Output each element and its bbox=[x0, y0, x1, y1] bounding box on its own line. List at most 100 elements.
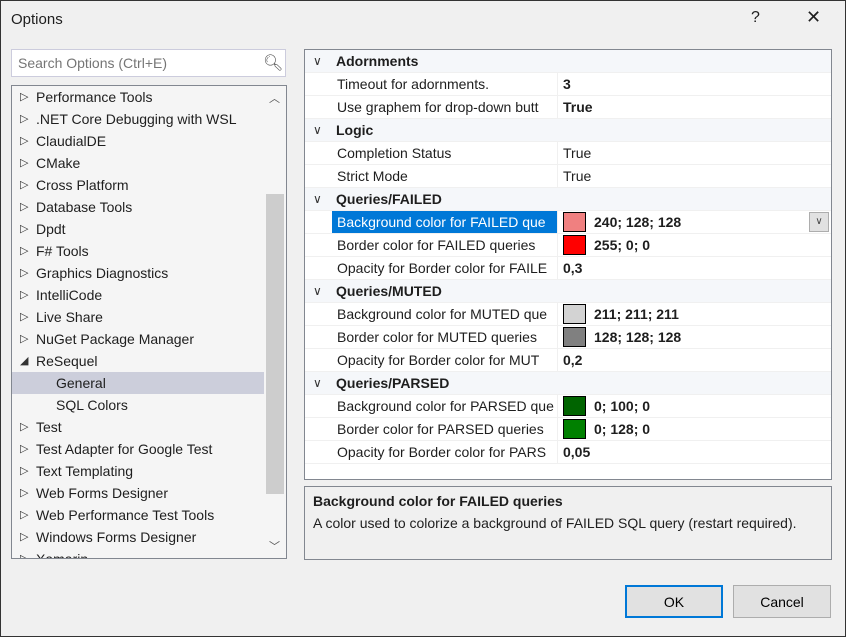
category-row[interactable]: ∨ Queries/MUTED bbox=[305, 280, 831, 303]
tree-item[interactable]: ▷ Database Tools bbox=[12, 196, 264, 218]
tree-item-label: Cross Platform bbox=[36, 177, 129, 193]
expand-arrow-icon[interactable]: ▷ bbox=[20, 196, 28, 218]
expand-arrow-icon[interactable]: ▷ bbox=[20, 86, 28, 108]
expand-arrow-icon[interactable]: ▷ bbox=[20, 284, 28, 306]
dropdown-button[interactable]: ∨ bbox=[809, 212, 829, 232]
tree-item[interactable]: ▷ Graphics Diagnostics bbox=[12, 262, 264, 284]
tree-item[interactable]: ▷ NuGet Package Manager bbox=[12, 328, 264, 350]
tree-item[interactable]: ▷ Windows Forms Designer bbox=[12, 526, 264, 548]
property-value: 0,3 bbox=[563, 260, 583, 276]
category-row[interactable]: ∨ Queries/FAILED bbox=[305, 188, 831, 211]
expand-arrow-icon[interactable]: ▷ bbox=[20, 328, 28, 350]
scroll-down-icon[interactable]: ﹀ bbox=[269, 538, 280, 554]
tree-item[interactable]: ▷ Live Share bbox=[12, 306, 264, 328]
collapse-arrow-icon[interactable]: ◢ bbox=[20, 350, 28, 372]
expand-arrow-icon[interactable]: ▷ bbox=[20, 548, 28, 558]
chevron-down-icon[interactable]: ∨ bbox=[313, 50, 322, 73]
tree-item[interactable]: ▷ Test bbox=[12, 416, 264, 438]
property-row[interactable]: Use graphem for drop-down butt True bbox=[305, 96, 831, 119]
expand-arrow-icon[interactable]: ▷ bbox=[20, 108, 28, 130]
property-value-cell[interactable]: 0,2 bbox=[557, 349, 831, 371]
property-value-cell[interactable]: True bbox=[557, 165, 831, 187]
property-value-cell[interactable]: 240; 128; 128 ∨ bbox=[557, 211, 831, 233]
search-input[interactable] bbox=[11, 49, 286, 77]
tree-item[interactable]: ▷ IntelliCode bbox=[12, 284, 264, 306]
cancel-button[interactable]: Cancel bbox=[733, 585, 831, 618]
property-row[interactable]: Completion Status True bbox=[305, 142, 831, 165]
tree-item[interactable]: ▷ Performance Tools bbox=[12, 86, 264, 108]
category-row[interactable]: ∨ Adornments bbox=[305, 50, 831, 73]
chevron-down-icon[interactable]: ∨ bbox=[313, 188, 322, 211]
expand-arrow-icon[interactable]: ▷ bbox=[20, 416, 28, 438]
expand-arrow-icon[interactable]: ▷ bbox=[20, 152, 28, 174]
property-row[interactable]: Strict Mode True bbox=[305, 165, 831, 188]
property-row[interactable]: Background color for MUTED que 211; 211; … bbox=[305, 303, 831, 326]
property-value-cell[interactable]: 128; 128; 128 bbox=[557, 326, 831, 348]
property-value-cell[interactable]: True bbox=[557, 96, 831, 118]
tree-item[interactable]: General bbox=[12, 372, 264, 394]
tree-item[interactable]: ▷ Text Templating bbox=[12, 460, 264, 482]
property-row[interactable]: Background color for PARSED que 0; 100; 0 bbox=[305, 395, 831, 418]
property-value: 128; 128; 128 bbox=[594, 329, 682, 345]
tree-scrollbar[interactable]: ︿ ﹀ bbox=[264, 86, 286, 558]
property-row[interactable]: Border color for FAILED queries 255; 0; 0 bbox=[305, 234, 831, 257]
property-row[interactable]: Opacity for Border color for MUT 0,2 bbox=[305, 349, 831, 372]
expand-arrow-icon[interactable]: ▷ bbox=[20, 438, 28, 460]
ok-button[interactable]: OK bbox=[625, 585, 723, 618]
tree-item[interactable]: ◢ ReSequel bbox=[12, 350, 264, 372]
property-value-cell[interactable]: True bbox=[557, 142, 831, 164]
tree-item[interactable]: ▷ Test Adapter for Google Test bbox=[12, 438, 264, 460]
expand-arrow-icon[interactable]: ▷ bbox=[20, 460, 28, 482]
property-value-cell[interactable]: 0; 128; 0 bbox=[557, 418, 831, 440]
expand-arrow-icon[interactable]: ▷ bbox=[20, 262, 28, 284]
property-row[interactable]: Opacity for Border color for FAILE 0,3 bbox=[305, 257, 831, 280]
tree-item[interactable]: ▷ Web Forms Designer bbox=[12, 482, 264, 504]
tree-item[interactable]: ▷ ClaudialDE bbox=[12, 130, 264, 152]
expand-arrow-icon[interactable]: ▷ bbox=[20, 306, 28, 328]
property-value-cell[interactable]: 211; 211; 211 bbox=[557, 303, 831, 325]
scroll-up-icon[interactable]: ︿ bbox=[269, 90, 280, 106]
chevron-down-icon[interactable]: ∨ bbox=[313, 119, 322, 142]
category-title: Adornments bbox=[336, 53, 419, 69]
tree-item-label: IntelliCode bbox=[36, 287, 103, 303]
expand-arrow-icon[interactable]: ▷ bbox=[20, 218, 28, 240]
tree-item[interactable]: ▷ .NET Core Debugging with WSL bbox=[12, 108, 264, 130]
expand-arrow-icon[interactable]: ▷ bbox=[20, 504, 28, 526]
property-value: 0; 100; 0 bbox=[594, 398, 651, 414]
property-row[interactable]: Timeout for adornments. 3 bbox=[305, 73, 831, 96]
category-row[interactable]: ∨ Logic bbox=[305, 119, 831, 142]
tree-item[interactable]: ▷ Xamarin bbox=[12, 548, 264, 558]
search-icon[interactable]: 🔍︎ bbox=[263, 53, 283, 73]
tree-item[interactable]: ▷ F# Tools bbox=[12, 240, 264, 262]
property-value-cell[interactable]: 3 bbox=[557, 73, 831, 95]
expand-arrow-icon[interactable]: ▷ bbox=[20, 174, 28, 196]
tree-item[interactable]: ▷ Dpdt bbox=[12, 218, 264, 240]
expand-arrow-icon[interactable]: ▷ bbox=[20, 130, 28, 152]
property-row[interactable]: Border color for PARSED queries 0; 128; 0 bbox=[305, 418, 831, 441]
expand-arrow-icon[interactable]: ▷ bbox=[20, 526, 28, 548]
scrollbar-thumb[interactable] bbox=[266, 194, 284, 494]
color-swatch bbox=[563, 418, 586, 439]
tree-item[interactable]: ▷ CMake bbox=[12, 152, 264, 174]
category-row[interactable]: ∨ Queries/PARSED bbox=[305, 372, 831, 395]
chevron-down-icon[interactable]: ∨ bbox=[313, 372, 322, 395]
tree-item-label: Web Forms Designer bbox=[36, 485, 169, 501]
property-row[interactable]: Opacity for Border color for PARS 0,05 bbox=[305, 441, 831, 464]
tree-item[interactable]: ▷ Web Performance Test Tools bbox=[12, 504, 264, 526]
chevron-down-icon[interactable]: ∨ bbox=[313, 280, 322, 303]
help-button[interactable]: ? bbox=[751, 9, 760, 27]
property-value-cell[interactable]: 255; 0; 0 bbox=[557, 234, 831, 256]
property-value-cell[interactable]: 0,05 bbox=[557, 441, 831, 463]
property-row[interactable]: Background color for FAILED que 240; 128;… bbox=[305, 211, 831, 234]
window-title: Options bbox=[11, 11, 63, 28]
property-value-cell[interactable]: 0,3 bbox=[557, 257, 831, 279]
tree-item[interactable]: SQL Colors bbox=[12, 394, 264, 416]
close-button[interactable]: ✕ bbox=[806, 7, 821, 28]
property-value-cell[interactable]: 0; 100; 0 bbox=[557, 395, 831, 417]
property-row[interactable]: Border color for MUTED queries 128; 128; … bbox=[305, 326, 831, 349]
expand-arrow-icon[interactable]: ▷ bbox=[20, 240, 28, 262]
expand-arrow-icon[interactable]: ▷ bbox=[20, 482, 28, 504]
category-title: Logic bbox=[336, 122, 374, 138]
tree-item[interactable]: ▷ Cross Platform bbox=[12, 174, 264, 196]
tree-item-label: Live Share bbox=[36, 309, 103, 325]
